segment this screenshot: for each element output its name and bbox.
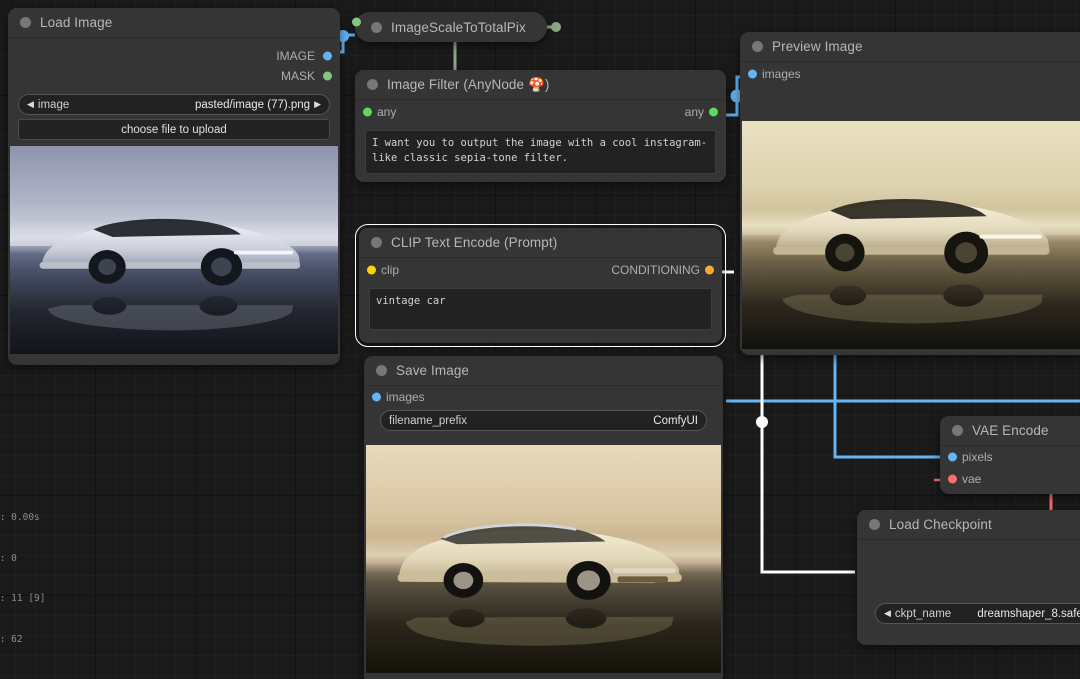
node-title-bar[interactable]: Load Image <box>8 8 340 38</box>
output-dot-mask-icon[interactable] <box>323 72 332 81</box>
widget-filename-prefix-label: filename_prefix <box>389 415 467 427</box>
collapse-dot-icon[interactable] <box>20 17 31 28</box>
canvas-info-version: V: 62 <box>0 633 45 647</box>
node-body: any any I want you to output the image w… <box>355 100 726 174</box>
input-dot-images-icon[interactable] <box>372 393 381 402</box>
input-slot-images-label: images <box>762 67 801 81</box>
output-dot-image-icon[interactable] <box>323 52 332 61</box>
output-dot-conditioning-icon[interactable] <box>705 266 714 275</box>
node-title-text: Save Image <box>396 363 469 378</box>
widget-filename-prefix-value: ComfyUI <box>653 415 698 427</box>
node-title-text: Image Filter (AnyNode 🍄) <box>387 77 550 93</box>
input-slot-images-label: images <box>386 390 425 404</box>
clip-prompt-textarea[interactable]: vintage car <box>369 288 712 330</box>
node-title-bar[interactable]: Image Filter (AnyNode 🍄) <box>355 70 726 100</box>
node-title-bar[interactable]: Save Image <box>364 356 723 386</box>
node-body: pixels vae <box>940 446 1080 490</box>
node-clip-text-encode[interactable]: CLIP Text Encode (Prompt) clip CONDITION… <box>359 228 722 343</box>
input-dot-pixels-icon[interactable] <box>948 453 957 462</box>
arrow-left-icon[interactable]: ◀ <box>27 100 34 109</box>
node-title-text: Load Image <box>40 15 112 30</box>
collapse-dot-icon[interactable] <box>952 425 963 436</box>
node-title-text: ImageScaleToTotalPix <box>391 20 526 35</box>
node-load-image[interactable]: Load Image IMAGE MASK ◀ image pasted/ima… <box>8 8 340 365</box>
node-title-text: Load Checkpoint <box>889 517 992 532</box>
node-title-bar[interactable]: CLIP Text Encode (Prompt) <box>359 228 722 258</box>
canvas-info-overlay: T: 0.00s I: 0 N: 11 [9] V: 62 <box>0 484 45 673</box>
image-preview-filtered <box>742 121 1080 349</box>
node-graph-canvas[interactable]: Load Image IMAGE MASK ◀ image pasted/ima… <box>0 0 1080 679</box>
input-slot-clip-label: clip <box>381 263 399 277</box>
collapse-dot-icon[interactable] <box>371 237 382 248</box>
image-preview-loaded <box>10 146 338 354</box>
node-title-text: CLIP Text Encode (Prompt) <box>391 235 557 250</box>
node-body: clip CONDITIONING vintage car <box>359 258 722 330</box>
output-slot-image[interactable]: IMAGE <box>8 46 340 66</box>
collapse-dot-icon[interactable] <box>752 41 763 52</box>
node-preview-image[interactable]: Preview Image images <box>740 32 1080 355</box>
collapse-dot-icon[interactable] <box>367 79 378 90</box>
canvas-info-time: T: 0.00s <box>0 511 45 525</box>
widget-image-label: image <box>38 99 69 111</box>
image-preview-saved <box>366 445 721 673</box>
upload-button[interactable]: choose file to upload <box>18 119 330 140</box>
node-title-bar[interactable]: ImageScaleToTotalPix <box>355 12 547 42</box>
canvas-info-nodes: N: 11 [9] <box>0 592 45 606</box>
output-dot-any-icon[interactable] <box>709 108 718 117</box>
node-image-filter-anynode[interactable]: Image Filter (AnyNode 🍄) any any I want … <box>355 70 726 182</box>
input-dot-images-icon[interactable] <box>748 70 757 79</box>
node-title-text: Preview Image <box>772 39 863 54</box>
output-slot-mask[interactable]: MASK <box>8 66 340 86</box>
node-save-image[interactable]: Save Image images filename_prefix ComfyU… <box>364 356 723 679</box>
widget-ckpt-name[interactable]: ◀ ckpt_name dreamshaper_8.safet <box>875 603 1080 624</box>
arrow-left-icon[interactable]: ◀ <box>884 609 891 618</box>
widget-image-value: pasted/image (77).png <box>195 99 310 111</box>
collapse-dot-icon[interactable] <box>371 22 382 33</box>
node-body: images <box>740 62 1080 349</box>
node-body: ◀ ckpt_name dreamshaper_8.safet <box>857 540 1080 645</box>
collapsed-input-dot-icon[interactable] <box>352 18 361 27</box>
output-slot-any-label: any <box>685 105 704 119</box>
input-dot-any-icon[interactable] <box>363 108 372 117</box>
input-slot-vae-label: vae <box>962 472 981 486</box>
widget-ckpt-name-label: ckpt_name <box>895 608 951 620</box>
output-slot-conditioning-label: CONDITIONING <box>611 263 700 277</box>
arrow-right-icon[interactable]: ▶ <box>314 100 321 109</box>
node-title-bar[interactable]: Load Checkpoint <box>857 510 1080 540</box>
filter-prompt-textarea[interactable]: I want you to output the image with a co… <box>365 130 716 174</box>
node-body: images filename_prefix ComfyUI <box>364 386 723 673</box>
input-slot-any-label: any <box>377 105 396 119</box>
input-dot-clip-icon[interactable] <box>367 266 376 275</box>
node-body: IMAGE MASK ◀ image pasted/image (77).png… <box>8 46 340 354</box>
node-vae-encode[interactable]: VAE Encode pixels vae <box>940 416 1080 494</box>
collapse-dot-icon[interactable] <box>376 365 387 376</box>
canvas-info-iterations: I: 0 <box>0 552 45 566</box>
node-title-bar[interactable]: VAE Encode <box>940 416 1080 446</box>
node-load-checkpoint[interactable]: Load Checkpoint ◀ ckpt_name dreamshaper_… <box>857 510 1080 645</box>
output-slot-mask-label: MASK <box>281 69 315 83</box>
collapse-dot-icon[interactable] <box>869 519 880 530</box>
input-dot-vae-icon[interactable] <box>948 475 957 484</box>
node-title-bar[interactable]: Preview Image <box>740 32 1080 62</box>
widget-filename-prefix[interactable]: filename_prefix ComfyUI <box>380 410 707 431</box>
node-image-scale-to-total-pix[interactable]: ImageScaleToTotalPix <box>355 12 547 42</box>
input-slot-pixels-label: pixels <box>962 450 993 464</box>
widget-image-select[interactable]: ◀ image pasted/image (77).png ▶ <box>18 94 330 115</box>
output-slot-image-label: IMAGE <box>276 49 315 63</box>
node-title-text: VAE Encode <box>972 423 1049 438</box>
widget-ckpt-name-value: dreamshaper_8.safet <box>977 608 1080 620</box>
